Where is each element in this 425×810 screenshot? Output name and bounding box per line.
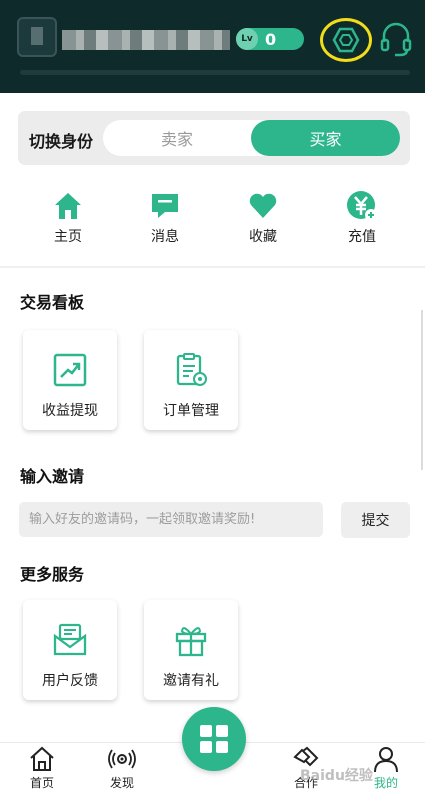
home-outline-icon (30, 746, 54, 771)
headset-icon[interactable] (380, 22, 412, 58)
header-divider (20, 70, 410, 75)
username-redacted (62, 30, 230, 50)
profile-header: Lv 0 (0, 0, 425, 93)
recharge-icon (347, 191, 377, 221)
quick-nav-recharge[interactable]: 充值 (327, 190, 397, 246)
gift-icon (175, 627, 207, 657)
card-user-feedback[interactable]: 用户反馈 (23, 600, 117, 700)
settings-button[interactable] (320, 18, 372, 62)
role-option-buyer[interactable]: 买家 (251, 120, 400, 156)
card-label: 用户反馈 (42, 673, 98, 689)
quick-nav-message[interactable]: 消息 (130, 190, 200, 246)
card-label: 收益提现 (42, 403, 98, 419)
quick-nav-favorites[interactable]: 收藏 (228, 190, 298, 246)
invite-title: 输入邀请 (20, 467, 85, 486)
quick-nav: 主页 消息 收藏 充值 (0, 190, 425, 250)
mail-feedback-icon (53, 623, 87, 656)
card-order-management[interactable]: 订单管理 (144, 330, 238, 430)
center-apps-button[interactable] (182, 707, 246, 771)
user-icon (374, 747, 398, 773)
bottom-nav-label: 发现 (109, 776, 134, 790)
avatar[interactable] (17, 17, 57, 57)
bottom-nav-label: 首页 (29, 776, 54, 790)
apps-grid-icon (200, 725, 228, 753)
bottom-nav-discover[interactable]: 发现 (92, 745, 152, 791)
submit-button[interactable]: 提交 (341, 502, 410, 538)
section-divider (0, 266, 425, 268)
card-invite-gift[interactable]: 邀请有礼 (144, 600, 238, 700)
role-switch-panel: 切换身份 卖家 买家 (18, 111, 410, 165)
radar-icon (108, 749, 136, 769)
role-switch-title: 切换身份 (29, 132, 94, 151)
role-option-seller[interactable]: 卖家 (103, 120, 251, 156)
level-badge: Lv 0 (236, 28, 304, 50)
more-services-title: 更多服务 (20, 565, 85, 584)
chart-trend-icon (53, 353, 87, 387)
heart-icon (249, 193, 277, 218)
role-toggle: 卖家 买家 (103, 120, 400, 156)
scrollbar[interactable] (421, 310, 423, 470)
bottom-nav-home[interactable]: 首页 (12, 745, 72, 791)
quick-nav-label: 充值 (348, 229, 376, 245)
card-label: 邀请有礼 (163, 673, 219, 689)
quick-nav-label: 消息 (151, 229, 179, 245)
quick-nav-label: 收藏 (249, 229, 277, 245)
card-earnings-withdraw[interactable]: 收益提现 (23, 330, 117, 430)
card-label: 订单管理 (163, 403, 219, 419)
quick-nav-home[interactable]: 主页 (33, 190, 103, 246)
message-icon (152, 194, 178, 218)
invite-code-input[interactable] (19, 502, 323, 537)
quick-nav-label: 主页 (54, 229, 82, 245)
settings-hexagon-icon (332, 27, 360, 53)
watermark-text: Baidu经验 (300, 768, 373, 784)
app-screen: Lv 0 切换身份 卖家 买家 主页 消息 收藏 充值 交易看板 收益提现 订单… (0, 0, 425, 810)
level-label: Lv (236, 28, 258, 50)
trade-board-title: 交易看板 (20, 293, 85, 312)
level-value: 0 (265, 29, 277, 49)
clipboard-gear-icon (176, 353, 207, 386)
home-icon (55, 193, 81, 219)
